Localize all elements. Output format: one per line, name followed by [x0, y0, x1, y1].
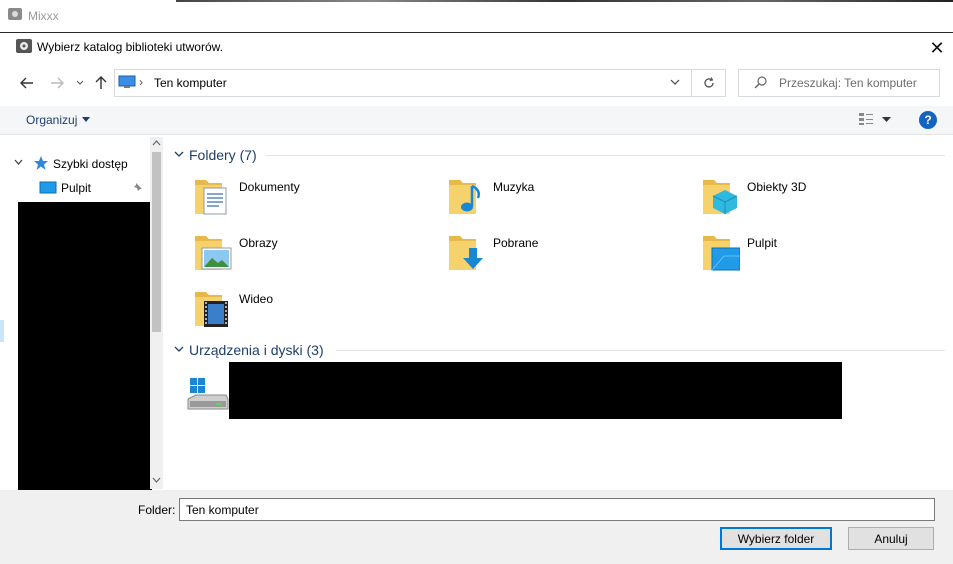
group-divider: [266, 155, 945, 156]
back-arrow-icon: [20, 77, 33, 89]
cancel-button[interactable]: Anuluj: [848, 527, 934, 550]
folder-label[interactable]: Wideo: [239, 292, 273, 306]
forward-button[interactable]: [46, 72, 68, 94]
select-folder-button[interactable]: Wybierz folder: [720, 527, 832, 550]
3d-objects-folder-icon[interactable]: [702, 176, 740, 216]
breadcrumb-separator-icon: ›: [139, 75, 143, 89]
up-button[interactable]: [90, 72, 112, 94]
selection-edge: [0, 320, 4, 342]
view-dropdown-icon[interactable]: [882, 117, 891, 122]
folder-field-label: Folder:: [138, 503, 176, 517]
search-icon: [754, 76, 767, 89]
pictures-folder-icon[interactable]: [194, 232, 232, 272]
collapse-folders-icon[interactable]: [174, 151, 184, 158]
computer-icon: [118, 75, 136, 88]
downloads-folder-icon[interactable]: [448, 232, 486, 272]
scroll-up-icon[interactable]: [152, 140, 161, 146]
search-input[interactable]: Przeszukaj: Ten komputer: [779, 76, 917, 90]
redacted-area: [18, 202, 152, 490]
organize-caret-icon[interactable]: [82, 117, 90, 122]
folder-label[interactable]: Pobrane: [493, 236, 538, 250]
forward-arrow-icon: [51, 77, 64, 89]
nav-quick-access[interactable]: Szybki dostęp: [53, 157, 128, 171]
folder-label[interactable]: Muzyka: [493, 180, 534, 194]
folder-label[interactable]: Obrazy: [239, 236, 278, 250]
folder-label[interactable]: Obiekty 3D: [747, 180, 806, 194]
folder-label[interactable]: Dokumenty: [239, 180, 300, 194]
dialog-app-icon: [16, 39, 32, 53]
mixxx-app-icon: [8, 8, 22, 20]
group-divider: [336, 350, 945, 351]
windows-drive-icon[interactable]: [186, 377, 230, 413]
refresh-button[interactable]: [692, 69, 726, 97]
pin-icon: [133, 183, 142, 192]
address-dropdown-icon[interactable]: [670, 79, 680, 85]
refresh-icon: [703, 77, 714, 88]
collapse-devices-icon[interactable]: [174, 346, 184, 353]
videos-folder-icon[interactable]: [194, 288, 232, 328]
redacted-area: [229, 362, 842, 419]
scroll-down-icon[interactable]: [152, 477, 161, 483]
dialog-title: Wybierz katalog biblioteki utworów.: [37, 40, 223, 54]
chevron-down-icon: [76, 80, 84, 85]
folders-group-header[interactable]: Foldery (7): [189, 147, 257, 163]
background-app-titlebar: [0, 0, 953, 32]
up-arrow-icon: [95, 76, 107, 89]
music-folder-icon[interactable]: [448, 176, 486, 216]
folder-field[interactable]: [179, 498, 935, 521]
recent-locations-button[interactable]: [72, 72, 88, 94]
desktop-folder-icon[interactable]: [702, 232, 740, 272]
devices-group-header[interactable]: Urządzenia i dyski (3): [189, 342, 324, 358]
nav-item-pulpit[interactable]: Pulpit: [61, 181, 91, 195]
background-decoration: [176, 0, 953, 2]
desktop-icon: [39, 181, 57, 194]
background-app-title: Mixxx: [28, 9, 59, 23]
back-button[interactable]: [16, 72, 38, 94]
close-button[interactable]: ✕: [920, 36, 953, 60]
help-button[interactable]: ?: [919, 111, 937, 129]
documents-folder-icon[interactable]: [194, 176, 232, 216]
folder-label[interactable]: Pulpit: [747, 236, 777, 250]
address-text[interactable]: Ten komputer: [154, 76, 227, 90]
view-options-icon[interactable]: [858, 112, 874, 126]
quick-access-star-icon: [34, 156, 48, 170]
command-bar: [0, 106, 953, 135]
organize-menu-button[interactable]: Organizuj: [26, 113, 77, 127]
expand-chevron-icon[interactable]: [14, 159, 23, 166]
navpane-scrollbar-thumb[interactable]: [152, 152, 161, 332]
